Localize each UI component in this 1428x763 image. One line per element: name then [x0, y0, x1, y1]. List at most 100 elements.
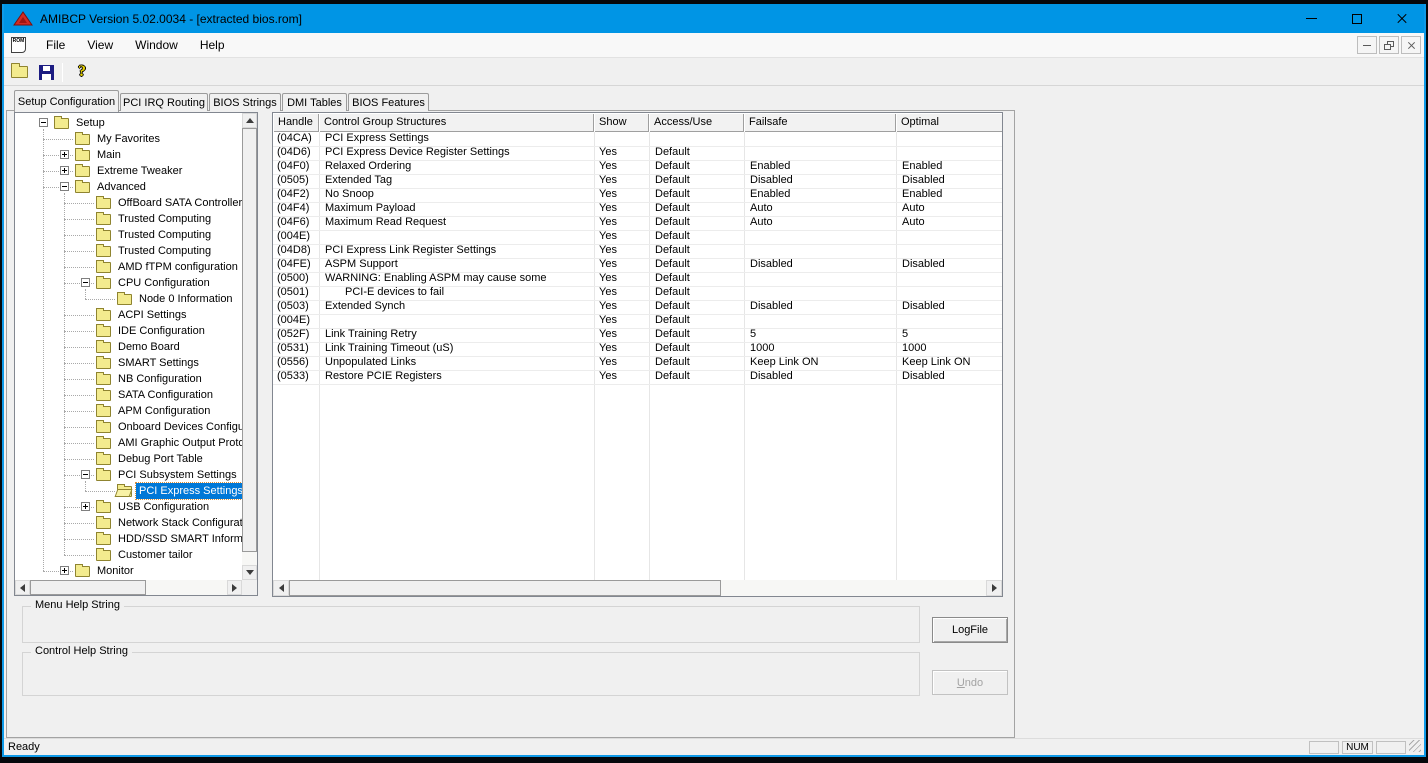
tree-item[interactable]: AMI Graphic Output Protoc [15, 435, 242, 451]
undo-button[interactable]: Undo [932, 670, 1008, 695]
table-row[interactable]: (04FE) ASPM Support Yes Default Disabled Disa… [273, 258, 1002, 272]
tree-item[interactable]: Setup [15, 115, 242, 131]
tree-item[interactable]: IDE Configuration [15, 323, 242, 339]
tab-setup-configuration[interactable]: Setup Configuration [14, 90, 119, 112]
table-row[interactable]: (004E) Yes Default [273, 230, 1002, 244]
expand-plus-icon[interactable] [60, 566, 69, 575]
scroll-right-button[interactable] [227, 580, 242, 595]
tab-bios-features[interactable]: BIOS Features [348, 93, 429, 111]
tree-item[interactable]: Debug Port Table [15, 451, 242, 467]
tree-item-label[interactable]: PCI Express Settings [135, 482, 242, 500]
table-row[interactable]: (04F2) No Snoop Yes Default Enabled Enabled [273, 188, 1002, 202]
tree-item[interactable]: SATA Configuration [15, 387, 242, 403]
save-file-button[interactable] [34, 61, 58, 84]
menu-help[interactable]: Help [189, 33, 236, 57]
tree-item-label[interactable]: Demo Board [115, 339, 183, 355]
rom-document-icon[interactable]: ROM [11, 37, 26, 53]
tree-item-label[interactable]: AMD fTPM configuration [115, 259, 241, 275]
tree-vertical-scrollbar[interactable] [242, 113, 257, 580]
grid-horizontal-scrollbar[interactable] [273, 580, 1002, 596]
open-file-button[interactable] [7, 61, 31, 84]
tree-item[interactable]: Node 0 Information [15, 291, 242, 307]
table-row[interactable]: (004E) Yes Default [273, 314, 1002, 328]
column-header[interactable]: Optimal [896, 113, 1002, 132]
tree-item[interactable]: NB Configuration [15, 371, 242, 387]
tree-item-label[interactable]: Advanced [94, 179, 149, 195]
collapse-minus-icon[interactable] [81, 470, 90, 479]
scroll-left-button[interactable] [15, 580, 30, 595]
tree-item[interactable]: Main [15, 147, 242, 163]
tree-item[interactable]: PCI Express Settings [15, 482, 242, 500]
minimize-button[interactable] [1289, 4, 1334, 33]
tree-item[interactable]: AMD fTPM configuration [15, 259, 242, 275]
tree-item[interactable]: Extreme Tweaker [15, 163, 242, 179]
tree-item[interactable]: SMART Settings [15, 355, 242, 371]
tree-item-label[interactable]: Monitor [94, 563, 137, 579]
tree-item-label[interactable]: Customer tailor [115, 547, 196, 563]
logfile-button[interactable]: LogFile [932, 617, 1008, 643]
collapse-minus-icon[interactable] [39, 118, 48, 127]
tree-item-label[interactable]: Node 0 Information [136, 291, 236, 307]
table-row[interactable]: (04D6) PCI Express Device Register Settin… [273, 146, 1002, 160]
tree-item[interactable]: PCI Subsystem Settings [15, 467, 242, 483]
column-header[interactable]: Control Group Structures [319, 113, 594, 132]
resize-grip[interactable] [1409, 740, 1421, 752]
column-header[interactable]: Failsafe [744, 113, 896, 132]
tree-item[interactable]: Customer tailor [15, 547, 242, 563]
tree-item-label[interactable]: Trusted Computing [115, 243, 214, 259]
scroll-left-button[interactable] [273, 580, 289, 596]
expand-plus-icon[interactable] [60, 150, 69, 159]
expand-plus-icon[interactable] [81, 502, 90, 511]
tree-item-label[interactable]: HDD/SSD SMART Informa [115, 531, 242, 547]
tree-item-label[interactable]: Trusted Computing [115, 211, 214, 227]
close-button[interactable] [1379, 4, 1424, 33]
tree-item[interactable]: ACPI Settings [15, 307, 242, 323]
column-header[interactable]: Handle [273, 113, 319, 132]
mdi-restore-button[interactable] [1379, 36, 1399, 54]
scroll-up-button[interactable] [242, 113, 257, 128]
menu-view[interactable]: View [76, 33, 124, 57]
tree-item-label[interactable]: Debug Port Table [115, 451, 206, 467]
table-row[interactable]: (0503) Extended Synch Yes Default Disabled Di… [273, 300, 1002, 314]
scroll-down-button[interactable] [242, 565, 257, 580]
tree-item-label[interactable]: SMART Settings [115, 355, 202, 371]
tree-item-label[interactable]: Onboard Devices Configur [115, 419, 242, 435]
tab-dmi-tables[interactable]: DMI Tables [282, 93, 347, 111]
tab-bios-strings[interactable]: BIOS Strings [209, 93, 281, 111]
grid-hscroll-thumb[interactable] [289, 580, 721, 596]
tree-item-label[interactable]: Extreme Tweaker [94, 163, 185, 179]
tree-item[interactable]: Trusted Computing [15, 211, 242, 227]
menu-file[interactable]: File [35, 33, 76, 57]
mdi-close-button[interactable] [1401, 36, 1421, 54]
table-row[interactable]: (052F) Link Training Retry Yes Default 5 5 [273, 328, 1002, 342]
menu-window[interactable]: Window [124, 33, 189, 57]
table-row[interactable]: (0501) PCI-E devices to fail Yes Default [273, 286, 1002, 300]
tree-item[interactable]: Monitor [15, 563, 242, 579]
table-row[interactable]: (04D8) PCI Express Link Register Settings… [273, 244, 1002, 258]
scroll-right-button[interactable] [986, 580, 1002, 596]
table-row[interactable]: (0505) Extended Tag Yes Default Disabled Disa… [273, 174, 1002, 188]
column-header[interactable]: Show [594, 113, 649, 132]
tree-hscroll-thumb[interactable] [30, 580, 146, 595]
table-row[interactable]: (0556) Unpopulated Links Yes Default Keep Li… [273, 356, 1002, 370]
tree-item-label[interactable]: CPU Configuration [115, 275, 213, 291]
table-row[interactable]: (04F6) Maximum Read Request Yes Default Auto… [273, 216, 1002, 230]
tree-item[interactable]: Network Stack Configurati [15, 515, 242, 531]
tree-item-label[interactable]: AMI Graphic Output Protoc [115, 435, 242, 451]
table-row[interactable]: (04F0) Relaxed Ordering Yes Default Enabled E… [273, 160, 1002, 174]
tree-item-label[interactable]: ACPI Settings [115, 307, 189, 323]
tree-item-label[interactable]: Network Stack Configurati [115, 515, 242, 531]
title-bar[interactable]: AMIBCP Version 5.02.0034 - [extracted bi… [4, 4, 1424, 33]
tree-item[interactable]: Onboard Devices Configur [15, 419, 242, 435]
column-header[interactable]: Access/Use [649, 113, 744, 132]
collapse-minus-icon[interactable] [60, 182, 69, 191]
tree-item-label[interactable]: My Favorites [94, 131, 163, 147]
collapse-minus-icon[interactable] [81, 278, 90, 287]
tree-item-label[interactable]: IDE Configuration [115, 323, 208, 339]
tree-horizontal-scrollbar[interactable] [15, 580, 242, 595]
tree-item-label[interactable]: PCI Subsystem Settings [115, 467, 240, 483]
table-row[interactable]: (04CA) PCI Express Settings [273, 132, 1002, 146]
tree-item-label[interactable]: Setup [73, 115, 108, 131]
expand-plus-icon[interactable] [60, 166, 69, 175]
tree-item[interactable]: APM Configuration [15, 403, 242, 419]
